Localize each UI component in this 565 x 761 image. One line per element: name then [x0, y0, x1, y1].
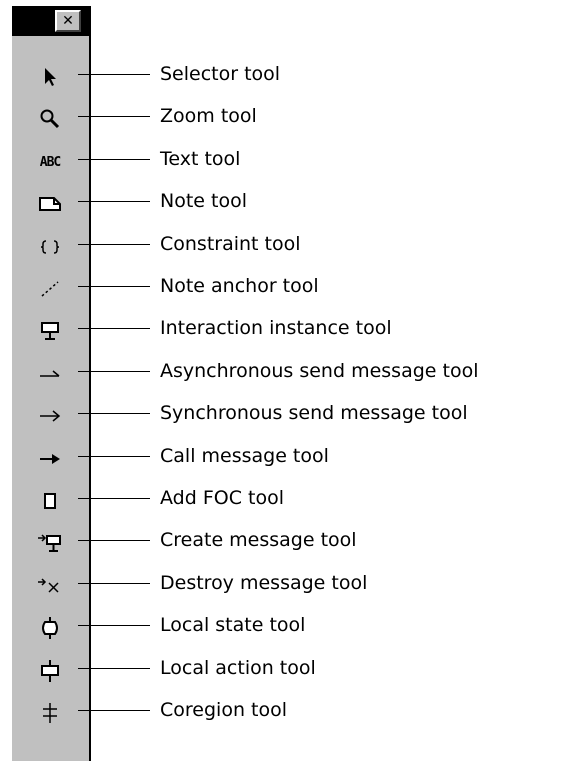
create-message-tool-label: Create message tool	[160, 529, 357, 551]
open-arrow-icon	[40, 410, 61, 422]
call-message-tool-label: Call message tool	[160, 445, 329, 467]
destroy-message-tool-label: Destroy message tool	[160, 572, 368, 594]
destroy-message-icon	[38, 578, 59, 593]
async-message-tool-label: Asynchronous send message tool	[160, 360, 479, 382]
text-tool-button[interactable]: ABC	[20, 145, 80, 179]
local-state-icon	[42, 617, 58, 639]
sync-message-tool-label: Synchronous send message tool	[160, 402, 468, 424]
sync-message-tool-button[interactable]	[20, 399, 80, 433]
close-icon: ✕	[62, 13, 74, 29]
callout-line	[78, 456, 150, 457]
magnifier-icon	[40, 109, 60, 129]
call-message-tool-button[interactable]	[20, 442, 80, 476]
palette-titlebar: ✕	[12, 6, 89, 36]
local-action-icon	[41, 660, 59, 682]
callout-line	[78, 116, 150, 117]
half-arrow-icon	[40, 370, 60, 377]
callout-line	[78, 159, 150, 160]
add-foc-tool-label: Add FOC tool	[160, 487, 284, 509]
callout-line	[78, 286, 150, 287]
callout-line	[78, 74, 150, 75]
note-anchor-tool-label: Note anchor tool	[160, 275, 319, 297]
callout-line	[78, 668, 150, 669]
local-state-tool-button[interactable]	[20, 611, 80, 645]
braces-icon	[40, 240, 60, 254]
callout-line	[78, 328, 150, 329]
selector-tool-button[interactable]	[20, 60, 80, 94]
callout-line	[78, 498, 150, 499]
note-tool-label: Note tool	[160, 190, 247, 212]
zoom-tool-label: Zoom tool	[160, 105, 257, 127]
abc-text-icon: ABC	[39, 154, 62, 170]
callout-line	[78, 201, 150, 202]
create-message-icon	[38, 534, 61, 552]
rectangle-icon	[44, 493, 56, 509]
note-tool-button[interactable]	[20, 187, 80, 221]
destroy-message-tool-button[interactable]	[20, 569, 80, 603]
callout-line	[78, 244, 150, 245]
create-message-tool-button[interactable]	[20, 526, 80, 560]
filled-arrow-icon	[40, 454, 60, 464]
close-button[interactable]: ✕	[55, 10, 81, 32]
interaction-instance-tool-label: Interaction instance tool	[160, 317, 392, 339]
callout-line	[78, 710, 150, 711]
note-icon	[39, 197, 61, 211]
selector-tool-label: Selector tool	[160, 63, 281, 85]
local-action-tool-button[interactable]	[20, 654, 80, 688]
async-message-tool-button[interactable]	[20, 357, 80, 391]
callout-line	[78, 625, 150, 626]
note-anchor-tool-button[interactable]	[20, 272, 80, 306]
coregion-tool-button[interactable]	[20, 696, 80, 730]
interaction-instance-icon	[41, 322, 59, 340]
text-tool-label: Text tool	[160, 148, 241, 170]
coregion-tool-label: Coregion tool	[160, 699, 287, 721]
interaction-instance-tool-button[interactable]	[20, 314, 80, 348]
callout-line	[78, 540, 150, 541]
constraint-tool-label: Constraint tool	[160, 233, 301, 255]
constraint-tool-button[interactable]	[20, 230, 80, 264]
tool-palette: ✕ ABC	[10, 6, 91, 761]
coregion-icon	[43, 703, 57, 723]
add-foc-tool-button[interactable]	[20, 484, 80, 518]
callout-line	[78, 413, 150, 414]
callout-line	[78, 371, 150, 372]
local-action-tool-label: Local action tool	[160, 657, 316, 679]
selector-arrow-icon	[45, 68, 56, 86]
zoom-tool-button[interactable]	[20, 102, 80, 136]
callout-line	[78, 583, 150, 584]
local-state-tool-label: Local state tool	[160, 614, 306, 636]
dashed-line-icon	[41, 281, 59, 297]
